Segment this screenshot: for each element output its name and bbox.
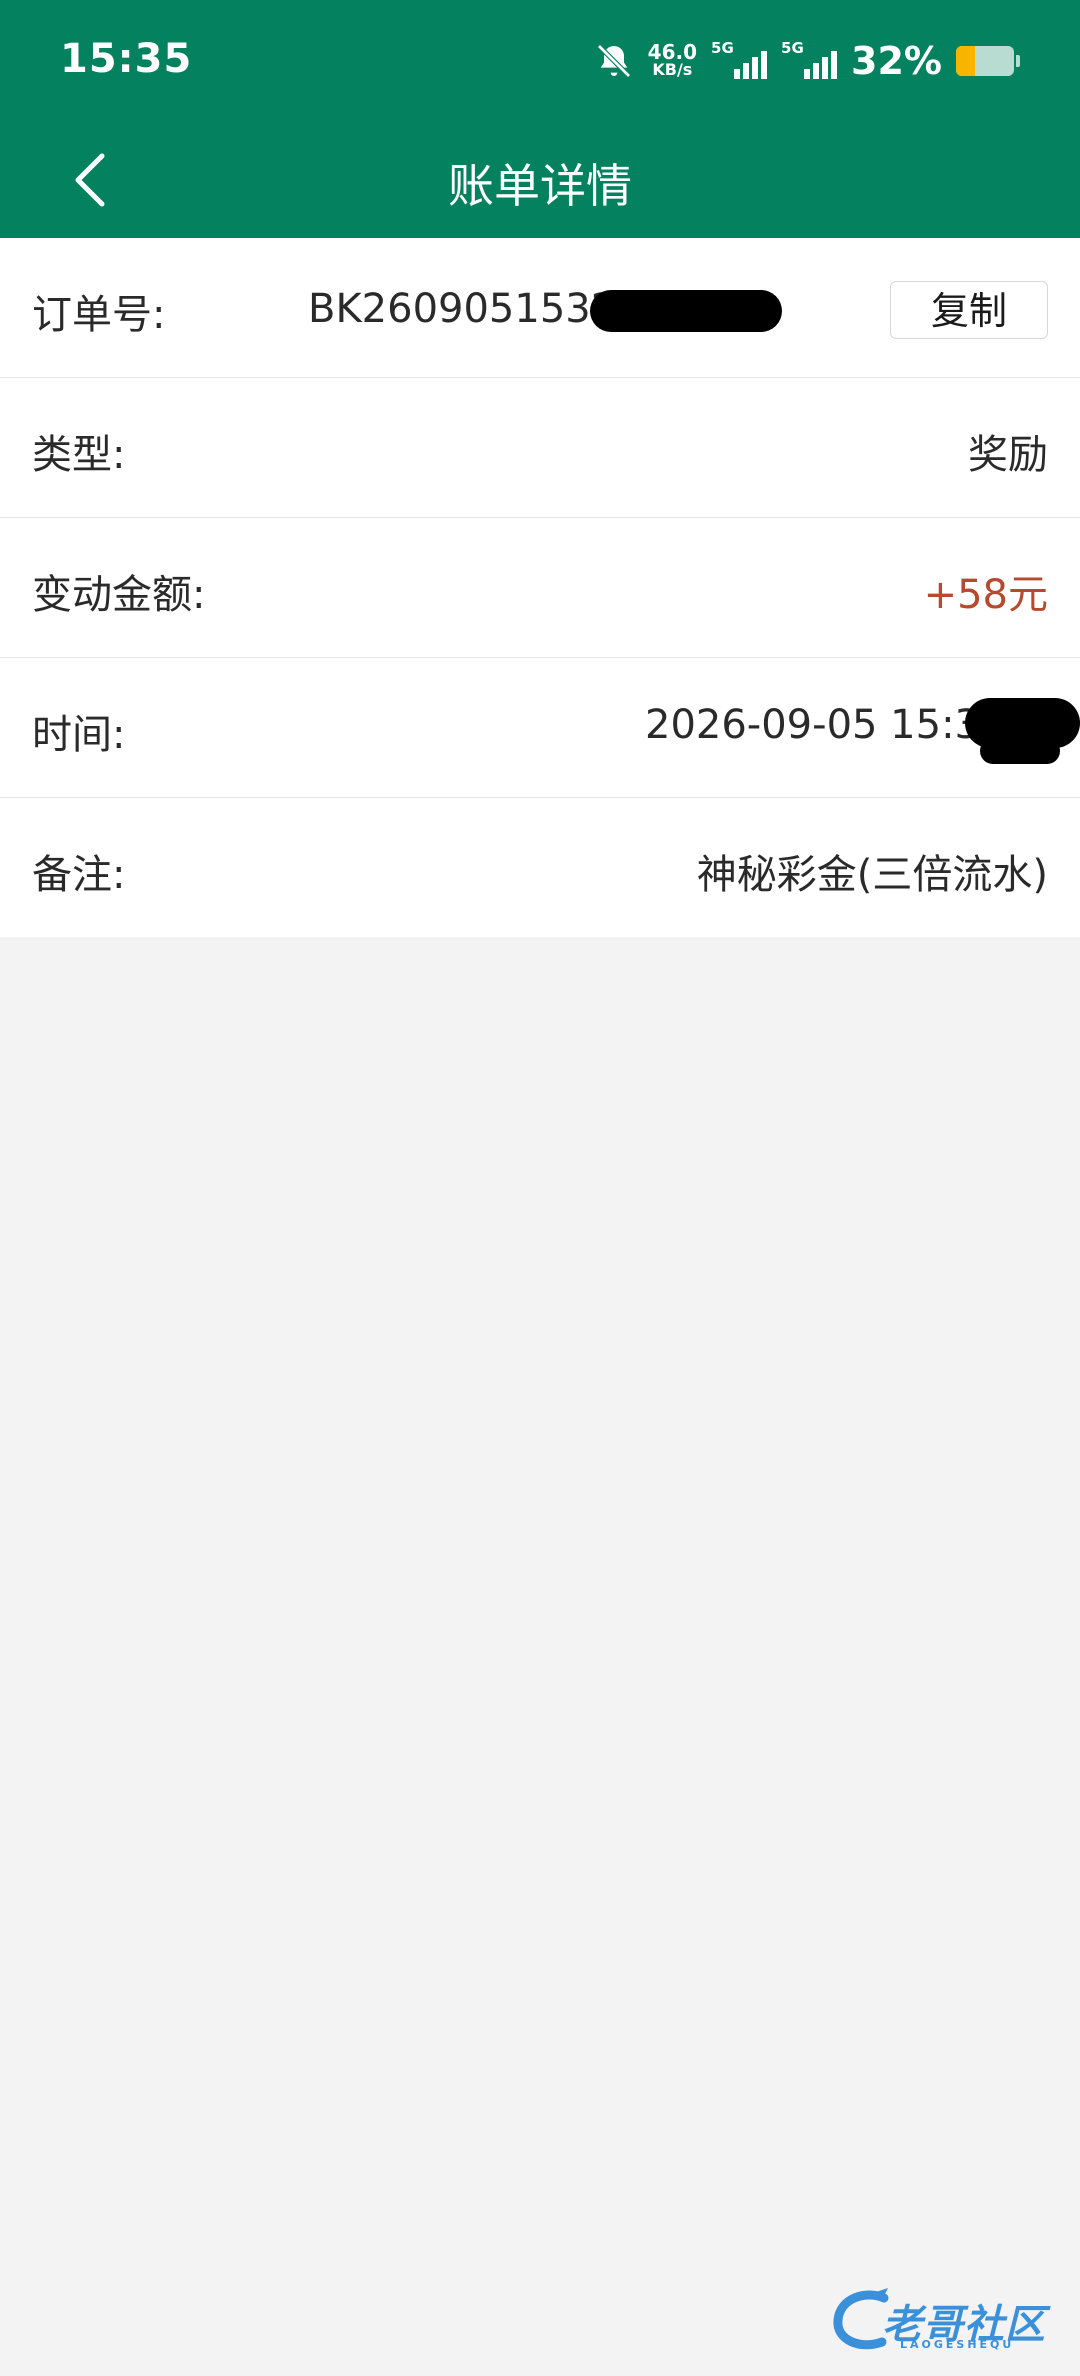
remark-value: 神秘彩金(三倍流水) [696, 852, 1048, 898]
nav-bar: 账单详情 [0, 120, 1080, 238]
status-icons: 46.0 KB/s 5G 5G 32% [594, 36, 1020, 86]
bill-details: 订单号: BK2609051532 复制 类型: 奖励 变动金额: +58元 时… [0, 238, 1080, 937]
network-speed-value: 46.0 [647, 40, 698, 64]
network-speed: 46.0 KB/s [647, 40, 698, 79]
order-number-label: 订单号: [32, 292, 166, 338]
watermark-subtext: LAOGESHEQU [900, 2338, 1015, 2351]
remark-label: 备注: [32, 852, 126, 898]
order-number-row: 订单号: BK2609051532 复制 [0, 238, 1080, 378]
status-bar: 15:35 46.0 KB/s 5G 5G 32% [0, 0, 1080, 120]
type-row: 类型: 奖励 [0, 378, 1080, 518]
sim2-network-type: 5G [781, 39, 804, 57]
signal-icon: 5G [711, 39, 768, 83]
bell-off-icon [594, 41, 634, 81]
amount-label: 变动金额: [32, 572, 206, 618]
battery-icon [956, 46, 1014, 76]
type-label: 类型: [32, 432, 126, 478]
watermark-logo: 老哥社区 LAOGESHEQU [830, 2284, 1060, 2354]
time-row: 时间: 2026-09-05 15:3 [0, 658, 1080, 798]
network-speed-unit: KB/s [652, 60, 693, 79]
redaction-mark [590, 290, 782, 332]
amount-row: 变动金额: +58元 [0, 518, 1080, 658]
copy-button[interactable]: 复制 [890, 281, 1048, 339]
order-number-value[interactable]: BK2609051532 [308, 286, 616, 332]
remark-row: 备注: 神秘彩金(三倍流水) [0, 798, 1080, 937]
time-label: 时间: [32, 712, 126, 758]
type-value: 奖励 [968, 432, 1048, 478]
battery-percent: 32% [851, 39, 942, 83]
redaction-mark [980, 738, 1060, 764]
time-value: 2026-09-05 15:3 [645, 702, 980, 748]
signal-icon: 5G [781, 39, 838, 83]
page-title: 账单详情 [448, 159, 632, 213]
status-time: 15:35 [60, 36, 193, 82]
sim1-network-type: 5G [711, 39, 734, 57]
amount-value: +58元 [923, 572, 1048, 618]
